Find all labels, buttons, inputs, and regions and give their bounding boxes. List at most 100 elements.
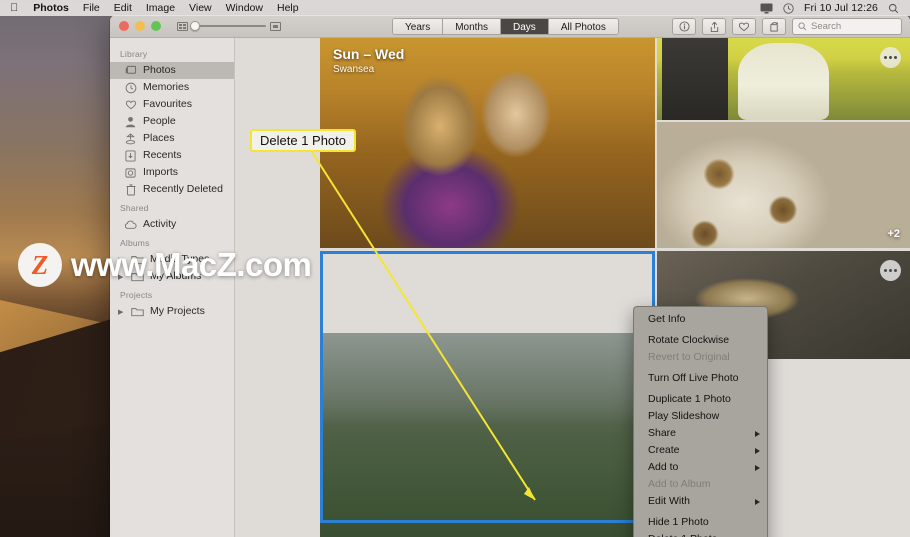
tile-header: Sun – Wed Swansea: [333, 46, 404, 75]
sidebar-item-activity[interactable]: Activity: [110, 216, 234, 233]
tab-days[interactable]: Days: [501, 19, 549, 34]
sidebar-item-label: Imports: [143, 166, 179, 178]
menu-item-view[interactable]: View: [182, 0, 219, 16]
search-placeholder: Search: [811, 21, 842, 32]
thumbnail-large-icon: [270, 21, 281, 31]
submenu-arrow-icon: [755, 447, 760, 454]
context-menu-item-rotate-clockwise[interactable]: Rotate Clockwise: [634, 332, 767, 349]
sidebar-item-label: Favourites: [143, 98, 193, 110]
window-toolbar: Years Months Days All Photos Search: [110, 15, 910, 38]
photo-count-badge: +2: [887, 228, 900, 240]
menu-item-edit[interactable]: Edit: [107, 0, 139, 16]
more-options-button[interactable]: [880, 260, 901, 281]
context-menu-item-duplicate-1-photo[interactable]: Duplicate 1 Photo: [634, 391, 767, 408]
context-menu-item-add-to-album: Add to Album: [648, 478, 711, 490]
dot: [894, 56, 897, 59]
photo-tile-couple[interactable]: Sun – Wed Swansea: [320, 38, 655, 248]
search-icon: [798, 22, 807, 31]
photo-tile-tacos[interactable]: +2: [657, 122, 910, 248]
tile-subtitle: Swansea: [333, 64, 375, 75]
menu-bar:  Photos File Edit Image View Window Hel…: [0, 0, 910, 16]
tab-months[interactable]: Months: [443, 19, 502, 34]
tab-all-photos[interactable]: All Photos: [548, 19, 618, 34]
display-icon[interactable]: [760, 3, 773, 14]
person-icon: [124, 116, 137, 128]
submenu-arrow-icon: [755, 464, 760, 471]
imports-icon: [124, 167, 137, 179]
photo-grid: Sun – Wed Swansea +2 Yesterday: [320, 38, 910, 537]
heart-icon: [124, 99, 137, 111]
menu-bar-clock: Fri 10 Jul 12:26: [804, 2, 878, 14]
recents-icon: [124, 150, 137, 162]
sidebar-item-my-projects[interactable]: ▶ My Projects: [110, 303, 234, 320]
thumbnail-size-slider[interactable]: [177, 21, 281, 31]
context-menu-item-label: Create: [648, 444, 680, 456]
context-menu-item-create[interactable]: Create: [634, 442, 767, 459]
context-menu-item-share[interactable]: Share: [634, 425, 767, 442]
traffic-lights: [110, 21, 161, 31]
search-field[interactable]: Search: [792, 18, 902, 35]
photo-tile-dress[interactable]: [657, 38, 910, 120]
context-menu-item-delete-1-photo[interactable]: Delete 1 Photo: [634, 531, 767, 537]
sidebar-item-label: My Projects: [150, 305, 205, 317]
share-button[interactable]: [702, 18, 726, 35]
close-button[interactable]: [119, 21, 129, 31]
context-menu-item-edit-with[interactable]: Edit With: [634, 493, 767, 510]
sidebar-item-photos[interactable]: Photos: [110, 62, 234, 79]
sidebar-section-shared: Shared: [120, 203, 149, 213]
sidebar-item-places[interactable]: Places: [110, 130, 234, 147]
context-menu-item-revert-to-original: Revert to Original: [648, 351, 730, 363]
menu-item-image[interactable]: Image: [139, 0, 182, 16]
watermark-logo: Z: [18, 243, 62, 287]
sidebar-item-favourites[interactable]: Favourites: [110, 96, 234, 113]
menu-item-help[interactable]: Help: [270, 0, 306, 16]
favourite-button[interactable]: [732, 18, 756, 35]
sidebar-item-recents[interactable]: Recents: [110, 147, 234, 164]
sidebar-section-library: Library: [120, 49, 148, 59]
sidebar-item-memories[interactable]: Memories: [110, 79, 234, 96]
dot: [894, 269, 897, 272]
context-menu-item-label: Add to: [648, 461, 679, 473]
sidebar-item-imports[interactable]: Imports: [110, 164, 234, 181]
context-menu-item-turn-off-live-photo[interactable]: Turn Off Live Photo: [634, 370, 767, 387]
menu-item-file[interactable]: File: [76, 0, 107, 16]
slider-track[interactable]: [190, 21, 266, 31]
photo-grid-area: Sun – Wed Swansea +2 Yesterday: [235, 38, 910, 537]
submenu-arrow-icon: [755, 498, 760, 505]
rotate-button[interactable]: [762, 18, 786, 35]
chevron-right-icon[interactable]: ▶: [118, 308, 125, 316]
watermark-text: www.MacZ.com: [71, 246, 312, 283]
menu-item-window[interactable]: Window: [219, 0, 270, 16]
time-machine-icon[interactable]: [782, 2, 795, 14]
spotlight-search-icon[interactable]: [887, 3, 900, 14]
more-options-button[interactable]: [880, 47, 901, 68]
dot: [884, 56, 887, 59]
context-menu-item-get-info[interactable]: Get Info: [634, 311, 767, 328]
info-button[interactable]: [672, 18, 696, 35]
context-menu-item-add-to[interactable]: Add to: [634, 459, 767, 476]
tile-title: Sun – Wed: [333, 46, 405, 62]
context-menu-item-play-slideshow[interactable]: Play Slideshow: [634, 408, 767, 425]
sidebar-item-label: People: [143, 115, 176, 127]
context-menu: Get Info Rotate Clockwise Revert to Orig…: [633, 306, 768, 537]
desktop:  Photos File Edit Image View Window Hel…: [0, 0, 910, 537]
context-menu-item-hide-1-photo[interactable]: Hide 1 Photo: [634, 514, 767, 531]
sidebar-section-projects: Projects: [120, 290, 153, 300]
sidebar-item-label: Memories: [143, 81, 190, 93]
submenu-arrow-icon: [755, 430, 760, 437]
annotation-callout: Delete 1 Photo: [250, 129, 357, 152]
sidebar-item-label: Photos: [143, 64, 176, 76]
sidebar-item-label: Recently Deleted: [143, 183, 223, 195]
menu-item-photos[interactable]: Photos: [26, 0, 76, 16]
minimize-button[interactable]: [135, 21, 145, 31]
sidebar-item-label: Recents: [143, 149, 182, 161]
slider-knob[interactable]: [190, 21, 200, 31]
sidebar-item-recently-deleted[interactable]: Recently Deleted: [110, 181, 234, 198]
zoom-button[interactable]: [151, 21, 161, 31]
thumbnail-small-icon: [177, 21, 188, 31]
sidebar-item-label: Activity: [143, 218, 177, 230]
watermark: Z www.MacZ.com: [18, 243, 312, 287]
tab-years[interactable]: Years: [393, 19, 444, 34]
sidebar-item-people[interactable]: People: [110, 113, 234, 130]
apple-menu-icon[interactable]: : [6, 0, 26, 16]
